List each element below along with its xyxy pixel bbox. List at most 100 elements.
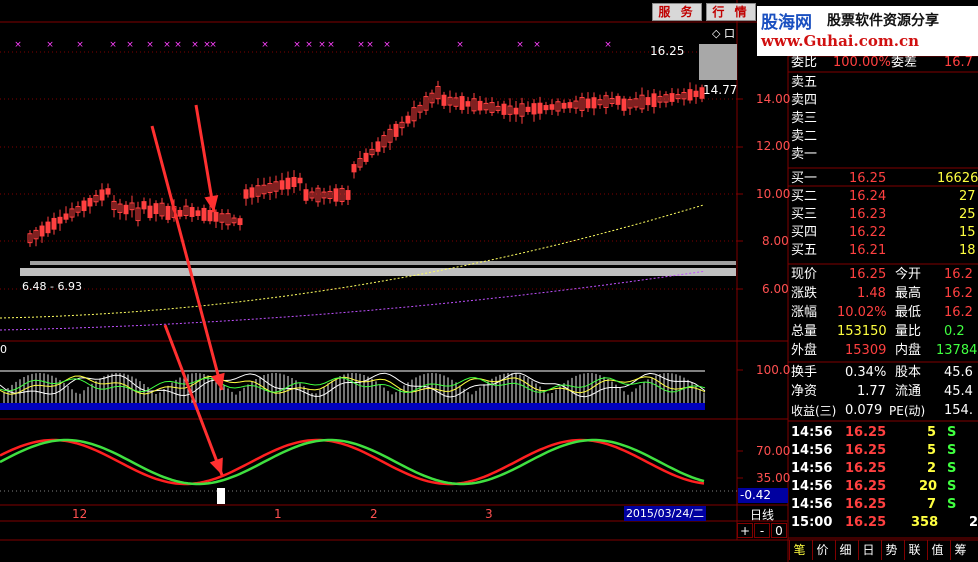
buy-price: 16.23 [849,207,887,222]
window-icons[interactable]: ◇ 口 [712,25,735,41]
sell-label: 卖五 [791,75,818,90]
candle-body [651,93,657,108]
stat-row: 现价 16.25 今开 16.2 [789,266,978,284]
indicator1-left-label: 0 [0,343,7,356]
highlight-band [20,268,736,276]
candle-body [189,207,195,217]
candle-body [213,211,219,222]
indicator2-y-tick: 70.00 [756,444,791,458]
zoom-reset-button[interactable]: 0 [771,523,787,538]
zoom-out-button[interactable]: - [754,523,770,538]
stat-value: 45.6 [944,365,973,380]
tick-side: 2 [969,515,978,530]
stat-value: 0.2 [944,324,965,339]
candle-body [57,216,63,224]
quote-button[interactable]: 行 情 [706,3,756,21]
logo: 股海网 股票软件资源分享 www.Guhai.com.cn [757,6,978,56]
stat-label: PE(动) [889,404,926,418]
buy-row: 买五 16.21 18 [789,242,978,260]
annotation-arrowhead [209,457,223,475]
price-box [699,44,737,80]
signal-mark: × [383,40,391,50]
candle-body [87,197,93,207]
stat-row: 涨跌 1.48 最高 16.2 [789,285,978,303]
tick-side: S [947,497,957,512]
date-tick: 2 [370,507,378,521]
candle-body [141,201,147,210]
tab-value[interactable]: 值 [927,540,947,560]
buy-row: 买二 16.24 27 [789,188,978,206]
candle-body [501,103,507,115]
tick-row: 14:56 16.25 5 S [789,424,978,442]
stat-row: 净资 1.77 流通 45.4 [789,383,978,401]
candle-body [693,90,699,98]
tick-time: 14:56 [791,497,833,512]
stat-value: 10.02% [837,305,887,320]
current-date: 2015/03/24/二 [624,506,706,521]
y-axis-tick: 14.00 [756,92,791,106]
stat-row: 外盘 15309 内盘 13784 [789,342,978,360]
sell-label: 卖二 [791,129,818,144]
candle-body [477,100,483,111]
stat-value: 154. [944,403,973,418]
annotation-arrow [150,125,224,391]
candle-body [459,96,465,110]
buy-volume: 16626 [937,171,978,186]
stat-value: 13784 [936,343,978,358]
candle-body [177,209,183,217]
candle-body [81,200,87,212]
signal-mark: × [366,40,374,50]
date-tick: 3 [485,507,493,521]
stat-value: 16.2 [944,286,973,301]
candle-body [351,164,357,173]
weibi-label: 委比 [791,55,818,70]
candle-body [195,210,201,217]
signal-mark: × [14,40,22,50]
stat-value: 1.77 [857,384,886,399]
stat-label: 内盘 [895,343,922,358]
candle-body [105,188,111,195]
signal-mark: × [261,40,269,50]
tab-price[interactable]: 价 [812,540,832,560]
stat-label: 最高 [895,286,922,301]
tab-linked[interactable]: 联 [904,540,924,560]
tab-detail[interactable]: 细 [835,540,855,560]
period-label[interactable]: 日线 [750,506,774,523]
signal-mark: × [126,40,134,50]
tab-chips[interactable]: 筹 [950,540,970,560]
candle-body [39,225,45,237]
weibi-row: 委比 100.00% 委差 16.7 [789,54,978,72]
stat-label: 外盘 [791,343,818,358]
tick-volume: 5 [927,425,937,440]
tab-daily[interactable]: 日 [858,540,878,560]
tab-trend[interactable]: 势 [881,540,901,560]
candle-body [297,177,303,184]
signal-mark: × [146,40,154,50]
candle-body [549,104,555,110]
range-label: 6.48 - 6.93 [22,280,82,293]
candle-body [147,205,153,219]
candle-body [537,102,543,114]
stat-row: 换手 0.34% 股本 45.6 [789,364,978,382]
tick-price: 16.25 [845,479,887,494]
highlight-band [30,261,736,265]
service-button[interactable]: 服 务 [652,3,702,21]
candle-body [123,204,129,215]
indicator-bar [0,403,705,410]
sell-row: 卖一 [789,146,978,164]
tab-trades[interactable]: 笔 [789,540,809,560]
buy-row: 买四 16.22 15 [789,224,978,242]
kdj-line [0,438,705,486]
signal-mark: × [46,40,54,50]
candle-body [645,97,651,106]
zoom-in-button[interactable]: + [737,523,753,538]
tick-price: 16.25 [845,443,887,458]
buy-volume: 27 [959,189,976,204]
candle-body [525,106,531,112]
candle-body [165,205,171,220]
buy-volume: 15 [959,225,976,240]
candle-body [45,221,51,234]
indicator2-current-value: -0.42 [738,488,788,503]
tick-row: 14:56 16.25 7 S [789,496,978,514]
ma-line [0,270,705,331]
